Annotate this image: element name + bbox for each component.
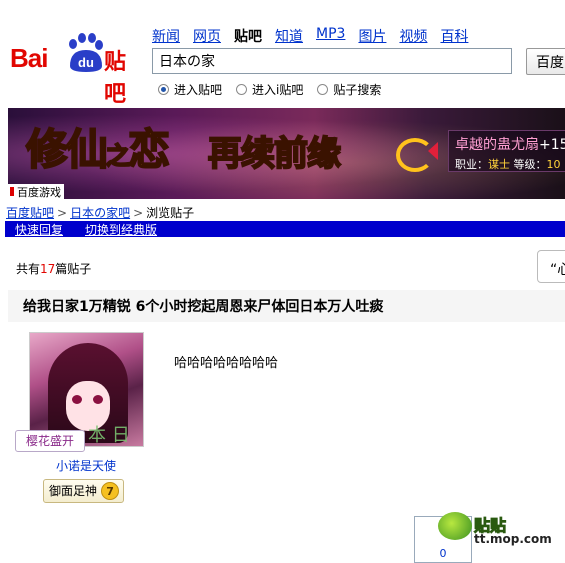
- window-top-edge: [0, 0, 565, 16]
- search-input[interactable]: [152, 48, 512, 74]
- thread-title: 给我日家1万精锐 6个小时挖起周恩来尸体回日本万人吐痰: [8, 290, 565, 322]
- radio-label: 进入i贴吧: [252, 83, 304, 97]
- nav-item-news[interactable]: 新闻: [152, 26, 180, 45]
- radio-dot: [317, 84, 329, 95]
- user-tag[interactable]: 樱花盛开: [15, 430, 86, 452]
- banner-title-small: 之: [105, 141, 131, 171]
- nav-item-mp3[interactable]: MP3: [316, 26, 345, 44]
- top-nav: 新闻 网页 贴吧 知道 MP3 图片 视频 百科: [152, 26, 481, 45]
- radio-dot: [158, 84, 169, 95]
- nav-item-baike[interactable]: 百科: [440, 26, 468, 45]
- radio-label: 进入贴吧: [174, 83, 223, 97]
- post-count-prefix: 共有: [16, 262, 41, 276]
- avatar-eye: [72, 395, 82, 404]
- post-content: 哈哈哈哈哈哈哈哈: [174, 356, 279, 371]
- switch-classic-link[interactable]: 切换到经典版: [85, 221, 157, 238]
- reply-box-button[interactable]: “心: [537, 250, 565, 283]
- banner-source-text: 百度游戏: [17, 185, 61, 199]
- tt-mop-watermark: 贴贴 tt.mop.com: [436, 510, 565, 557]
- banner-info-line2: 职业：谋士 等级：10: [455, 156, 565, 172]
- breadcrumb-current: 浏览贴子: [146, 206, 195, 220]
- paw-icon: du: [69, 33, 103, 72]
- nav-item-web[interactable]: 网页: [193, 26, 221, 45]
- banner-info-bonus: +15: [539, 137, 565, 153]
- baidu-tieba-logo[interactable]: Bai du 贴吧: [10, 32, 145, 107]
- thread-toolbar: 快速回复 切换到经典版: [5, 221, 565, 237]
- breadcrumb: 百度贴吧 > 日本の家吧 > 浏览贴子: [6, 204, 194, 221]
- post-count-suffix: 篇贴子: [55, 262, 92, 276]
- quick-reply-link[interactable]: 快速回复: [15, 221, 63, 238]
- banner-title-sub: 再续前缘: [207, 133, 342, 175]
- avatar-eye: [93, 395, 103, 404]
- username-link[interactable]: 小诺是天使: [56, 457, 116, 474]
- radio-dot: [236, 84, 248, 95]
- nav-item-images[interactable]: 图片: [358, 26, 386, 45]
- watermark-url: tt.mop.com: [474, 532, 552, 546]
- banner-info-line1: 卓越的蛊尤扇+15: [455, 134, 565, 154]
- banner-info-item: 卓越的蛊尤扇: [455, 137, 539, 153]
- banner-title-part1: 修仙: [25, 124, 109, 175]
- game-ad-banner[interactable]: 修仙之恋 再续前缘 卓越的蛊尤扇+15 职业：谋士 等级：10: [8, 108, 565, 199]
- logo-tieba-text: 贴吧: [104, 50, 126, 107]
- post-count: 共有17篇贴子: [16, 260, 91, 277]
- banner-info-level: 10: [546, 158, 561, 171]
- banner-info-level-label: 等级：: [513, 158, 547, 171]
- nav-item-video[interactable]: 视频: [399, 26, 427, 45]
- breadcrumb-baidu-tieba[interactable]: 百度贴吧: [6, 206, 54, 220]
- banner-title-part2: 恋: [127, 124, 171, 175]
- nav-item-tieba[interactable]: 贴吧: [234, 26, 262, 45]
- mop-bird-icon: [438, 512, 472, 540]
- search-mode-radios: 进入贴吧 进入i贴吧 贴子搜索: [158, 81, 395, 98]
- banner-item-info: 卓越的蛊尤扇+15 职业：谋士 等级：10: [448, 130, 565, 172]
- banner-title-main: 修仙之恋: [25, 116, 171, 177]
- nav-item-zhidao[interactable]: 知道: [275, 26, 303, 45]
- radio-enter-i-tieba[interactable]: 进入i贴吧: [236, 81, 303, 98]
- banner-source-label[interactable]: 百度游戏: [8, 184, 64, 199]
- breadcrumb-separator: >: [133, 206, 144, 220]
- breadcrumb-forum[interactable]: 日本の家吧: [70, 206, 130, 220]
- banner-info-job-label: 职业：: [455, 158, 488, 171]
- user-level-badge[interactable]: 御面足神 7: [43, 479, 125, 503]
- red-square-icon: [10, 187, 14, 196]
- radio-post-search[interactable]: 贴子搜索: [317, 81, 381, 98]
- logo-du-text: du: [78, 55, 94, 70]
- banner-info-job: 谋士: [488, 158, 510, 171]
- level-star-icon: 7: [101, 482, 120, 500]
- search-button[interactable]: 百度: [526, 48, 565, 75]
- post-count-number: 17: [40, 262, 56, 276]
- badge-label: 御面足神: [49, 484, 98, 498]
- logo-bai-text: Bai: [10, 43, 48, 73]
- avatar-watermark: 本 日: [88, 425, 130, 446]
- radio-enter-tieba[interactable]: 进入贴吧: [158, 81, 222, 98]
- radio-label: 贴子搜索: [333, 83, 382, 97]
- breadcrumb-separator: >: [57, 206, 68, 220]
- banner-arrow-icon: [428, 142, 438, 160]
